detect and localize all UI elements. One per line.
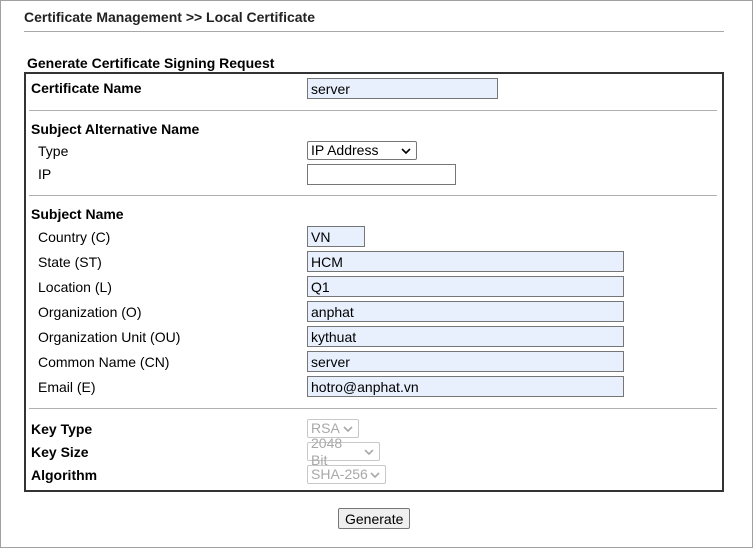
state-label: State (ST): [38, 254, 102, 270]
san-type-select[interactable]: IP Address: [307, 141, 417, 160]
chevron-down-icon: [364, 448, 374, 455]
email-input[interactable]: [307, 376, 624, 397]
divider: [29, 110, 717, 111]
san-ip-label: IP: [38, 166, 52, 182]
organization-input[interactable]: [307, 301, 624, 322]
location-label: Location (L): [38, 279, 112, 295]
san-type-value: IP Address: [311, 142, 379, 158]
key-type-label: Key Type: [31, 421, 93, 437]
divider: [29, 408, 717, 409]
title-divider: [24, 31, 724, 32]
subject-name-title: Subject Name: [31, 206, 124, 222]
organization-unit-input[interactable]: [307, 326, 624, 347]
location-input[interactable]: [307, 276, 624, 297]
algorithm-value: SHA-256: [311, 466, 368, 482]
key-size-select: 2048 Bit: [307, 435, 380, 468]
state-input[interactable]: [307, 251, 624, 272]
page-title: Certificate Management >> Local Certific…: [24, 9, 315, 25]
key-size-label: Key Size: [31, 444, 89, 460]
chevron-down-icon: [370, 471, 380, 478]
organization-unit-label: Organization Unit (OU): [38, 329, 181, 345]
email-label: Email (E): [38, 379, 96, 395]
chevron-down-icon: [401, 147, 411, 154]
algorithm-select: SHA-256: [307, 465, 386, 484]
chevron-down-icon: [343, 425, 353, 432]
generate-button[interactable]: Generate: [338, 508, 410, 529]
san-title: Subject Alternative Name: [31, 121, 200, 137]
organization-label: Organization (O): [38, 304, 142, 320]
certificate-name-input[interactable]: [307, 78, 498, 99]
country-input[interactable]: [307, 226, 365, 247]
common-name-input[interactable]: [307, 351, 624, 372]
san-ip-input[interactable]: [307, 164, 456, 185]
country-label: Country (C): [38, 229, 111, 245]
common-name-label: Common Name (CN): [38, 354, 170, 370]
divider: [29, 195, 717, 196]
section-title: Generate Certificate Signing Request: [27, 55, 275, 71]
certificate-name-label: Certificate Name: [31, 80, 142, 96]
san-type-label: Type: [38, 143, 69, 159]
algorithm-label: Algorithm: [31, 467, 98, 483]
key-size-value: 2048 Bit: [311, 434, 343, 468]
